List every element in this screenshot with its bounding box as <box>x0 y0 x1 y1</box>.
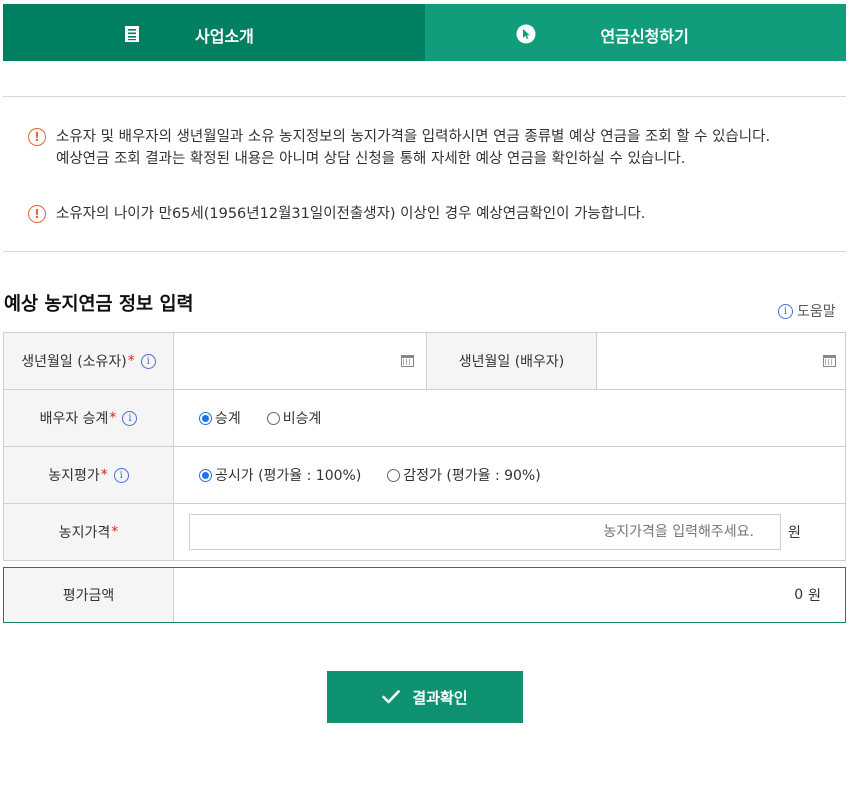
spouse-birth-input[interactable] <box>597 333 845 389</box>
land-price-input[interactable] <box>189 514 781 550</box>
confirm-button-label: 결과확인 <box>412 689 468 707</box>
evaluation-amount-row: 평가금액 0 원 <box>3 567 846 623</box>
required-mark: * <box>109 410 117 426</box>
exclamation-circle-icon: ! <box>28 128 46 146</box>
section-title: 예상 농지연금 정보 입력 <box>4 294 194 315</box>
radio-official-price[interactable]: 공시가 (평가율 : 100%) <box>199 465 361 485</box>
radio-button[interactable] <box>387 468 401 482</box>
land-price-label: 농지가격 <box>58 525 111 541</box>
divider <box>3 251 846 252</box>
info-icon[interactable]: i <box>140 353 156 369</box>
radio-button[interactable] <box>266 411 280 425</box>
notice-item: ! 소유자 및 배우자의 생년월일과 소유 농지정보의 농지가격을 입력하시면 … <box>28 126 828 192</box>
radio-label: 비승계 <box>282 411 322 427</box>
info-icon: i <box>778 303 793 319</box>
tab-bar: 사업소개 연금신청하기 <box>3 4 846 61</box>
notice-text: 소유자 및 배우자의 생년월일과 소유 농지정보의 농지가격을 입력하시면 연금… <box>56 129 771 145</box>
owner-birth-header: 생년월일 (소유자) * i <box>4 333 174 389</box>
owner-birth-input[interactable] <box>174 333 427 389</box>
spouse-succession-header: 배우자 승계 * i <box>4 390 174 446</box>
radio-non-succession[interactable]: 비승계 <box>266 408 322 428</box>
currency-unit: 원 <box>808 588 821 604</box>
tab-label: 연금신청하기 <box>600 27 689 46</box>
notice-item: ! 소유자의 나이가 만65세(1956년12월31일이전출생자) 이상인 경우… <box>28 203 828 225</box>
radio-label: 공시가 (평가율 : 100%) <box>215 468 362 484</box>
radio-label: 승계 <box>215 411 241 427</box>
confirm-result-button[interactable]: 결과확인 <box>327 671 523 723</box>
cursor-click-icon <box>516 24 536 44</box>
land-valuation-label: 농지평가 <box>48 468 100 484</box>
land-valuation-header: 농지평가 * i <box>4 447 174 503</box>
calendar-icon[interactable] <box>823 355 836 367</box>
radio-appraisal-price[interactable]: 감정가 (평가율 : 90%) <box>387 465 541 485</box>
required-mark: * <box>100 467 108 483</box>
help-link[interactable]: i 도움말 <box>778 301 836 321</box>
check-icon <box>382 690 401 704</box>
radio-label: 감정가 (평가율 : 90%) <box>403 468 541 484</box>
notice-text: 예상연금 조회 결과는 확정된 내용은 아니며 상담 신청을 통해 자세한 예상… <box>56 151 686 167</box>
radio-succession[interactable]: 승계 <box>199 408 241 428</box>
spouse-succession-label: 배우자 승계 <box>39 411 109 427</box>
exclamation-circle-icon: ! <box>28 205 46 223</box>
calendar-icon[interactable] <box>401 355 414 367</box>
radio-button[interactable] <box>199 468 212 482</box>
required-mark: * <box>111 524 119 540</box>
owner-birth-label: 생년월일 (소유자) <box>21 354 127 370</box>
required-mark: * <box>127 353 135 369</box>
tab-pension-apply[interactable]: 연금신청하기 <box>424 4 846 61</box>
info-icon[interactable]: i <box>122 410 138 426</box>
tab-label: 사업소개 <box>195 27 254 46</box>
notice-text: 소유자의 나이가 만65세(1956년12월31일이전출생자) 이상인 경우 예… <box>56 206 646 222</box>
evaluation-amount-label: 평가금액 <box>62 588 115 604</box>
birth-date-row: 생년월일 (소유자) * i 생년월일 (배우자) <box>3 333 846 390</box>
spouse-birth-header: 생년월일 (배우자) <box>427 333 597 389</box>
help-label: 도움말 <box>797 304 836 320</box>
info-icon[interactable]: i <box>113 467 129 483</box>
evaluation-amount-value: 0 원 <box>174 568 845 622</box>
land-price-cell: 원 <box>174 504 845 560</box>
tab-business-intro[interactable]: 사업소개 <box>3 4 425 61</box>
succession-options: 승계 비승계 <box>174 390 845 446</box>
amount-value: 0 <box>794 587 804 603</box>
pension-form: 생년월일 (소유자) * i 생년월일 (배우자) 배우자 승계 * i 승계 <box>3 332 846 561</box>
valuation-options: 공시가 (평가율 : 100%) 감정가 (평가율 : 90%) <box>174 447 845 503</box>
evaluation-amount-header: 평가금액 <box>4 568 174 622</box>
divider <box>3 96 846 97</box>
spouse-succession-row: 배우자 승계 * i 승계 비승계 <box>3 390 846 447</box>
spouse-birth-label: 생년월일 (배우자) <box>458 354 565 370</box>
land-price-row: 농지가격 * 원 <box>3 504 846 561</box>
currency-unit: 원 <box>788 525 801 541</box>
land-price-header: 농지가격 * <box>4 504 174 560</box>
land-valuation-row: 농지평가 * i 공시가 (평가율 : 100%) 감정가 (평가율 : 90%… <box>3 447 846 504</box>
document-list-icon <box>122 24 142 44</box>
radio-button[interactable] <box>199 411 212 425</box>
